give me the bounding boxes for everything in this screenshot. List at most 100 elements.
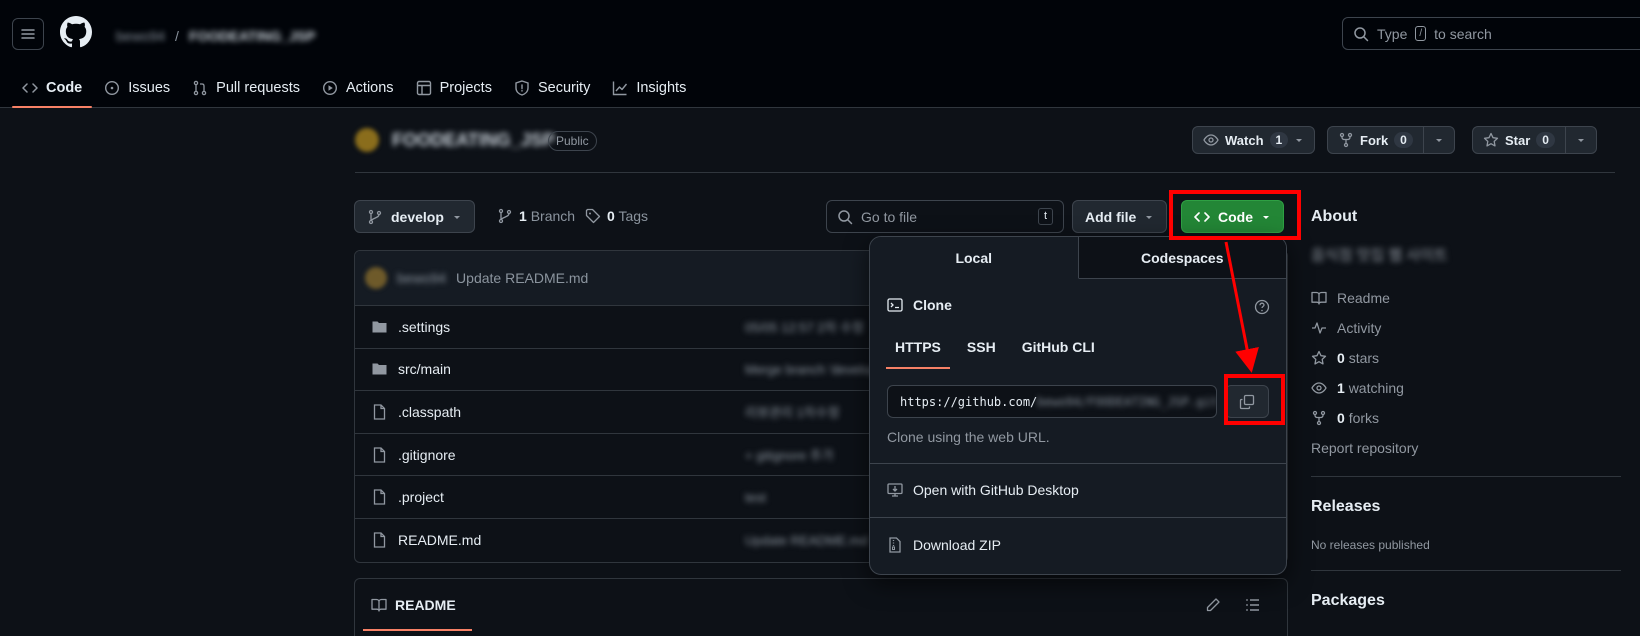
readme-tab[interactable]: README bbox=[355, 579, 472, 631]
clone-url-input[interactable]: https://github.com/ bewo94/FOODEATING_JS… bbox=[887, 385, 1217, 418]
open-with-desktop-button[interactable]: Open with GitHub Desktop bbox=[887, 482, 1079, 498]
fork-button[interactable]: Fork 0 bbox=[1327, 126, 1455, 154]
tab-projects[interactable]: Projects bbox=[406, 68, 502, 108]
fork-menu-button[interactable] bbox=[1422, 127, 1454, 153]
branch-icon bbox=[368, 209, 382, 224]
list-icon[interactable] bbox=[1245, 597, 1261, 613]
tab-security[interactable]: Security bbox=[504, 68, 600, 108]
star-icon bbox=[1311, 350, 1327, 365]
question-icon[interactable] bbox=[1254, 299, 1270, 315]
search-shortcut-key: / bbox=[1415, 26, 1427, 41]
branches-link[interactable]: 1 Branch bbox=[497, 208, 575, 224]
activity-link[interactable]: Activity bbox=[1311, 320, 1381, 336]
clone-heading: Clone bbox=[887, 297, 952, 313]
commit-message[interactable]: Update README.md bbox=[456, 270, 588, 286]
branch-icon bbox=[498, 208, 512, 224]
breadcrumb-owner[interactable]: bewo94 bbox=[116, 28, 165, 44]
go-to-file-input[interactable]: Go to file t bbox=[826, 200, 1064, 233]
tab-issues[interactable]: Issues bbox=[94, 68, 180, 108]
play-icon bbox=[322, 80, 338, 96]
readme-link[interactable]: Readme bbox=[1311, 290, 1390, 306]
tab-code[interactable]: Code bbox=[12, 68, 93, 108]
star-count: 0 bbox=[1536, 132, 1555, 148]
file-commit-message[interactable]: 리뷰관리 1차수정 bbox=[745, 402, 840, 421]
file-commit-message[interactable]: + gitignore 추가 bbox=[745, 445, 834, 464]
add-file-button[interactable]: Add file bbox=[1072, 200, 1168, 233]
tab-https[interactable]: HTTPS bbox=[886, 329, 950, 369]
clone-url-visible: https://github.com/ bbox=[900, 394, 1038, 409]
caret-down-icon bbox=[1296, 139, 1303, 142]
packages-heading[interactable]: Packages bbox=[1311, 592, 1385, 610]
file-name[interactable]: .gitignore bbox=[398, 447, 456, 463]
file-name[interactable]: .classpath bbox=[398, 404, 461, 420]
star-button[interactable]: Star 0 bbox=[1472, 126, 1597, 154]
tab-ssh[interactable]: SSH bbox=[958, 329, 1005, 365]
commit-author-avatar[interactable] bbox=[365, 267, 387, 289]
repo-owner-avatar[interactable] bbox=[355, 128, 379, 152]
file-name[interactable]: .settings bbox=[398, 319, 450, 335]
issue-icon bbox=[105, 80, 120, 96]
breadcrumb-repo[interactable]: FOODEATING_JSP bbox=[189, 28, 316, 44]
pencil-icon[interactable] bbox=[1205, 597, 1221, 613]
terminal-icon bbox=[887, 298, 903, 312]
file-commit-message[interactable]: 05/05 12:57 2차 수정 bbox=[745, 317, 864, 336]
caret-down-icon bbox=[1577, 139, 1584, 142]
file-icon bbox=[373, 532, 386, 548]
star-menu-button[interactable] bbox=[1564, 127, 1596, 153]
file-commit-message[interactable]: Update README.md bbox=[745, 533, 868, 548]
tab-github-cli[interactable]: GitHub CLI bbox=[1013, 329, 1104, 365]
tag-icon bbox=[585, 208, 601, 224]
tags-link[interactable]: 0 Tags bbox=[585, 208, 648, 224]
file-commit-message[interactable]: test bbox=[745, 490, 766, 505]
about-heading: About bbox=[1311, 208, 1358, 225]
branch-select-button[interactable]: develop bbox=[354, 200, 475, 233]
eye-icon bbox=[1203, 134, 1219, 146]
eye-icon bbox=[1311, 382, 1327, 394]
table-icon bbox=[416, 80, 431, 96]
download-zip-button[interactable]: Download ZIP bbox=[887, 537, 1001, 553]
dropdown-divider bbox=[870, 463, 1286, 464]
goto-shortcut-key: t bbox=[1037, 208, 1053, 225]
file-icon bbox=[373, 489, 386, 505]
pulse-icon bbox=[1312, 322, 1326, 334]
pull-request-icon bbox=[193, 80, 207, 96]
search-icon bbox=[838, 209, 853, 224]
graph-icon bbox=[613, 81, 628, 96]
search-icon bbox=[1354, 26, 1369, 41]
fork-count: 0 bbox=[1394, 132, 1413, 148]
search-suffix: to search bbox=[1434, 25, 1492, 42]
clone-url-hidden: bewo94/FOODEATING_JSP.git bbox=[1037, 394, 1217, 409]
fork-icon bbox=[1312, 410, 1326, 426]
report-repository-link[interactable]: Report repository bbox=[1311, 440, 1418, 456]
commit-author[interactable]: bewo94 bbox=[397, 270, 446, 286]
header-divider bbox=[355, 172, 1615, 173]
file-icon bbox=[373, 404, 386, 420]
releases-heading[interactable]: Releases bbox=[1311, 498, 1380, 516]
file-name[interactable]: README.md bbox=[398, 532, 481, 548]
zip-file-icon bbox=[889, 537, 901, 553]
copy-button-highlight bbox=[1224, 374, 1285, 425]
tab-insights[interactable]: Insights bbox=[602, 68, 696, 108]
protocol-tabs: HTTPS SSH GitHub CLI bbox=[886, 329, 1104, 369]
file-name[interactable]: .project bbox=[398, 489, 444, 505]
repo-title[interactable]: FOODEATING_JSP bbox=[392, 130, 555, 151]
forks-link[interactable]: 0 forks bbox=[1311, 410, 1379, 426]
dropdown-divider bbox=[870, 517, 1286, 518]
breadcrumb: bewo94 / FOODEATING_JSP bbox=[116, 28, 316, 44]
hamburger-menu-button[interactable] bbox=[12, 18, 44, 50]
search-input[interactable]: Type / to search bbox=[1342, 17, 1640, 50]
watching-link[interactable]: 1 watching bbox=[1311, 380, 1404, 396]
tab-codespaces[interactable]: Codespaces bbox=[1078, 237, 1286, 279]
file-name[interactable]: src/main bbox=[398, 361, 451, 377]
watch-button[interactable]: Watch 1 bbox=[1192, 126, 1316, 154]
tab-pull-requests[interactable]: Pull requests bbox=[182, 68, 310, 108]
file-commit-message[interactable]: Merge branch 'develop' bbox=[745, 362, 879, 377]
stars-link[interactable]: 0 stars bbox=[1311, 350, 1379, 366]
desktop-download-icon bbox=[887, 483, 903, 497]
folder-icon bbox=[372, 321, 387, 333]
github-logo-icon[interactable] bbox=[60, 16, 92, 48]
tab-local[interactable]: Local bbox=[870, 237, 1079, 279]
repo-nav: Code Issues Pull requests Actions Projec… bbox=[12, 68, 698, 108]
caret-down-icon bbox=[453, 215, 460, 219]
tab-actions[interactable]: Actions bbox=[312, 68, 404, 108]
